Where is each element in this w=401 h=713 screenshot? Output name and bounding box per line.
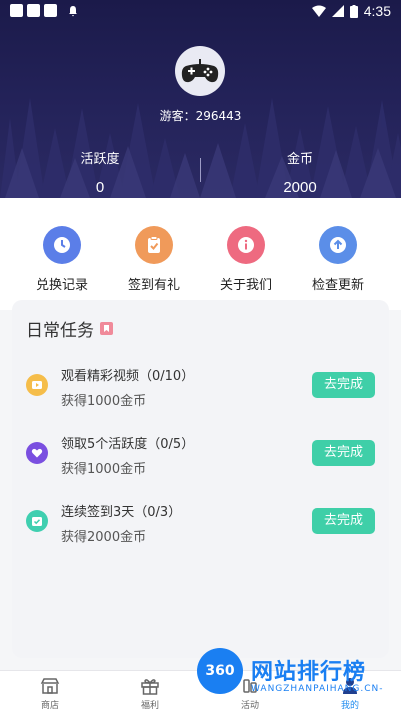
sign-in-gift-label: 签到有礼 [127, 278, 180, 293]
exchange-record-label: 兑换记录 [35, 278, 88, 293]
daily-tasks-title: 日常任务 [26, 316, 113, 341]
bell-icon [69, 5, 77, 16]
task-reward: 获得1000金币 [61, 462, 147, 477]
task-title: 观看精彩视频（0/10） [61, 369, 195, 384]
check-update-button[interactable]: 检查更新 [288, 226, 388, 293]
info-icon [227, 226, 265, 264]
status-bar: 4:35 [0, 0, 401, 24]
watermark-url: WANGZHANPAIHANG.CN- [251, 684, 384, 694]
upload-icon [319, 226, 357, 264]
nav-welfare-label: 福利 [140, 701, 159, 711]
gamepad-icon [181, 59, 219, 83]
notification-icon [10, 4, 23, 17]
calendar-check-icon [26, 510, 48, 532]
profile-header: 4:35 游客：296443 活跃度 0 金币 2000 [0, 0, 401, 198]
heart-icon [26, 442, 48, 464]
task-title: 领取5个活跃度（0/5） [61, 437, 195, 452]
gift-icon [141, 679, 159, 695]
activity-stat: 活跃度 0 [0, 148, 200, 196]
coins-value: 2000 [283, 179, 317, 196]
notification-icon [44, 4, 57, 17]
about-us-label: 关于我们 [219, 278, 272, 293]
nav-store[interactable]: 商店 [0, 677, 100, 711]
signal-icon [331, 5, 344, 17]
daily-tasks-card: 日常任务 观看精彩视频（0/10） 获得1000金币 去完成 领取5个活跃度（0… [12, 300, 389, 658]
store-icon [40, 678, 60, 694]
check-update-label: 检查更新 [311, 278, 364, 293]
exchange-record-button[interactable]: 兑换记录 [12, 226, 112, 293]
activity-value: 0 [95, 179, 105, 196]
coins-stat: 金币 2000 [200, 148, 400, 196]
complete-task-button[interactable]: 去完成 [312, 508, 375, 534]
bookmark-icon [100, 322, 113, 335]
sign-in-gift-button[interactable]: 签到有礼 [104, 226, 204, 293]
clipboard-check-icon [135, 226, 173, 264]
quick-actions: 兑换记录 签到有礼 关于我们 检查更新 [0, 210, 401, 300]
about-us-button[interactable]: 关于我们 [196, 226, 296, 293]
guest-id: 游客：296443 [159, 109, 242, 123]
activity-label: 活跃度 [80, 152, 120, 167]
site-watermark: 360 网站排行榜 WANGZHANPAIHANG.CN- [193, 648, 401, 708]
clock-icon [43, 226, 81, 264]
avatar[interactable] [175, 46, 225, 96]
coins-label: 金币 [286, 152, 313, 167]
nav-welfare[interactable]: 福利 [100, 677, 200, 711]
battery-icon [349, 4, 358, 18]
task-item: 连续签到3天（0/3） 获得2000金币 去完成 [12, 498, 389, 558]
task-reward: 获得2000金币 [61, 530, 147, 545]
notification-icon [27, 4, 40, 17]
task-reward: 获得1000金币 [61, 394, 147, 409]
video-play-icon [26, 374, 48, 396]
task-item: 领取5个活跃度（0/5） 获得1000金币 去完成 [12, 430, 389, 490]
daily-tasks-heading: 日常任务 [26, 321, 94, 341]
task-item: 观看精彩视频（0/10） 获得1000金币 去完成 [12, 362, 389, 422]
wifi-icon [311, 5, 326, 17]
clock-time: 4:35 [363, 3, 391, 19]
complete-task-button[interactable]: 去完成 [312, 372, 375, 398]
task-title: 连续签到3天（0/3） [61, 505, 182, 520]
watermark-badge: 360 [197, 648, 243, 694]
nav-store-label: 商店 [40, 701, 59, 711]
complete-task-button[interactable]: 去完成 [312, 440, 375, 466]
watermark-name: 网站排行榜 [251, 660, 367, 685]
